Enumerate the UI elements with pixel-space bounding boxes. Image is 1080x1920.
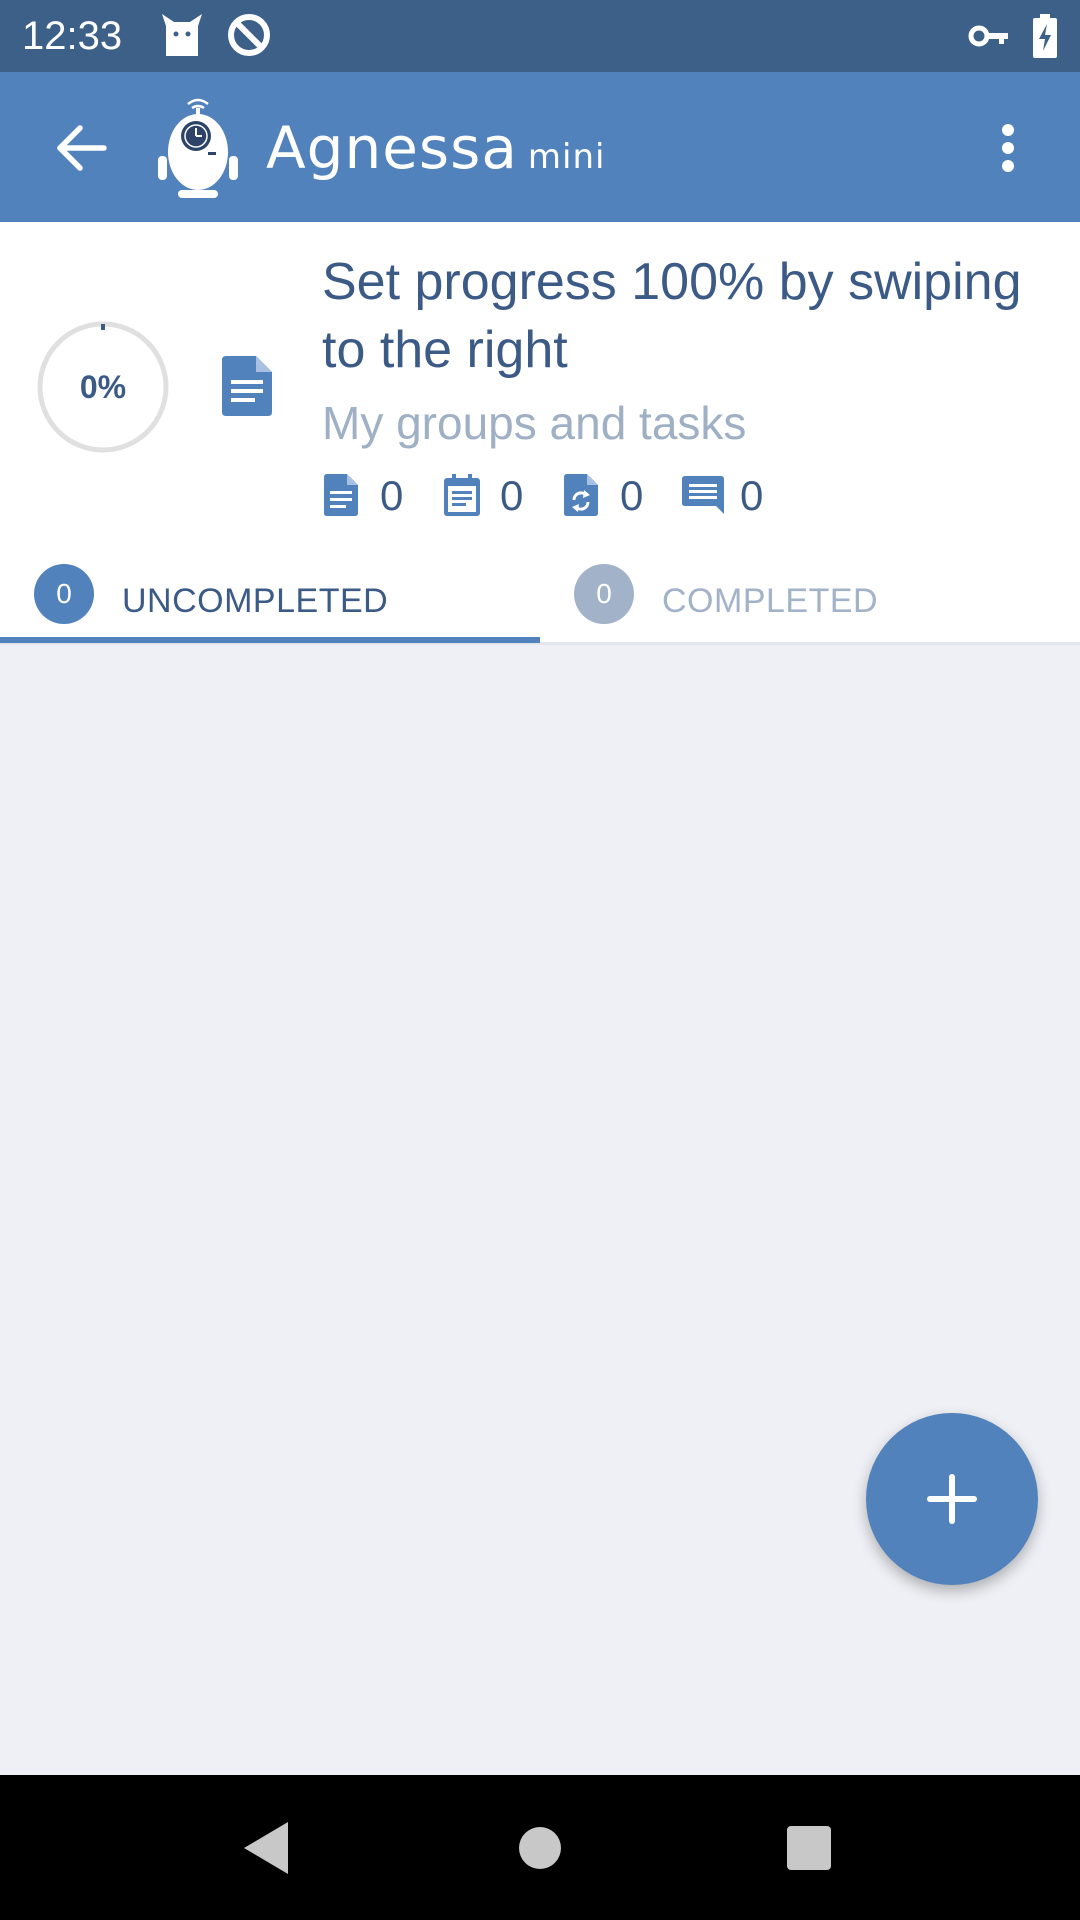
- robot-logo-icon: [156, 94, 240, 207]
- no-entry-notification-icon: [226, 12, 272, 63]
- task-title: Set progress 100% by swiping to the righ…: [322, 253, 1022, 379]
- calendar-count: 0: [500, 472, 524, 519]
- tab-bar: 0 UNCOMPLETED 0 COMPLETED: [0, 542, 1080, 645]
- uncompleted-count-badge: 0: [34, 564, 94, 624]
- tab-completed-label: COMPLETED: [662, 582, 879, 620]
- comment-count: 0: [740, 472, 764, 519]
- document-icon: [222, 356, 272, 421]
- app-brand-name: Agnessa: [266, 114, 518, 182]
- recurring-count: 0: [620, 472, 644, 519]
- progress-label: 0%: [79, 369, 127, 405]
- system-nav-bar: [0, 1775, 1080, 1920]
- more-vert-icon[interactable]: [990, 116, 1026, 180]
- vpn-key-icon: [968, 22, 1010, 55]
- task-group: My groups and tasks: [322, 397, 747, 449]
- task-list: [0, 645, 1080, 1775]
- cat-notification-icon: [160, 12, 204, 63]
- progress-circle[interactable]: 0%: [36, 320, 170, 454]
- status-time: 12:33: [22, 14, 123, 58]
- tab-completed[interactable]: 0 COMPLETED: [540, 542, 1080, 642]
- note-count: 0: [380, 472, 404, 519]
- tab-indicator: [0, 637, 540, 643]
- add-subtask-button[interactable]: [866, 1413, 1038, 1585]
- tab-uncompleted-label: UNCOMPLETED: [122, 582, 389, 620]
- app-brand-suffix: mini: [527, 137, 606, 177]
- status-bar: 12:33: [0, 0, 1080, 72]
- completed-count-badge: 0: [574, 564, 634, 624]
- battery-charging-icon: [1032, 14, 1058, 63]
- arrow-back-icon[interactable]: [50, 116, 114, 180]
- tab-uncompleted[interactable]: 0 UNCOMPLETED: [0, 542, 540, 642]
- app-brand: Agnessa mini: [266, 114, 605, 182]
- app-bar: Agnessa mini: [0, 72, 1080, 222]
